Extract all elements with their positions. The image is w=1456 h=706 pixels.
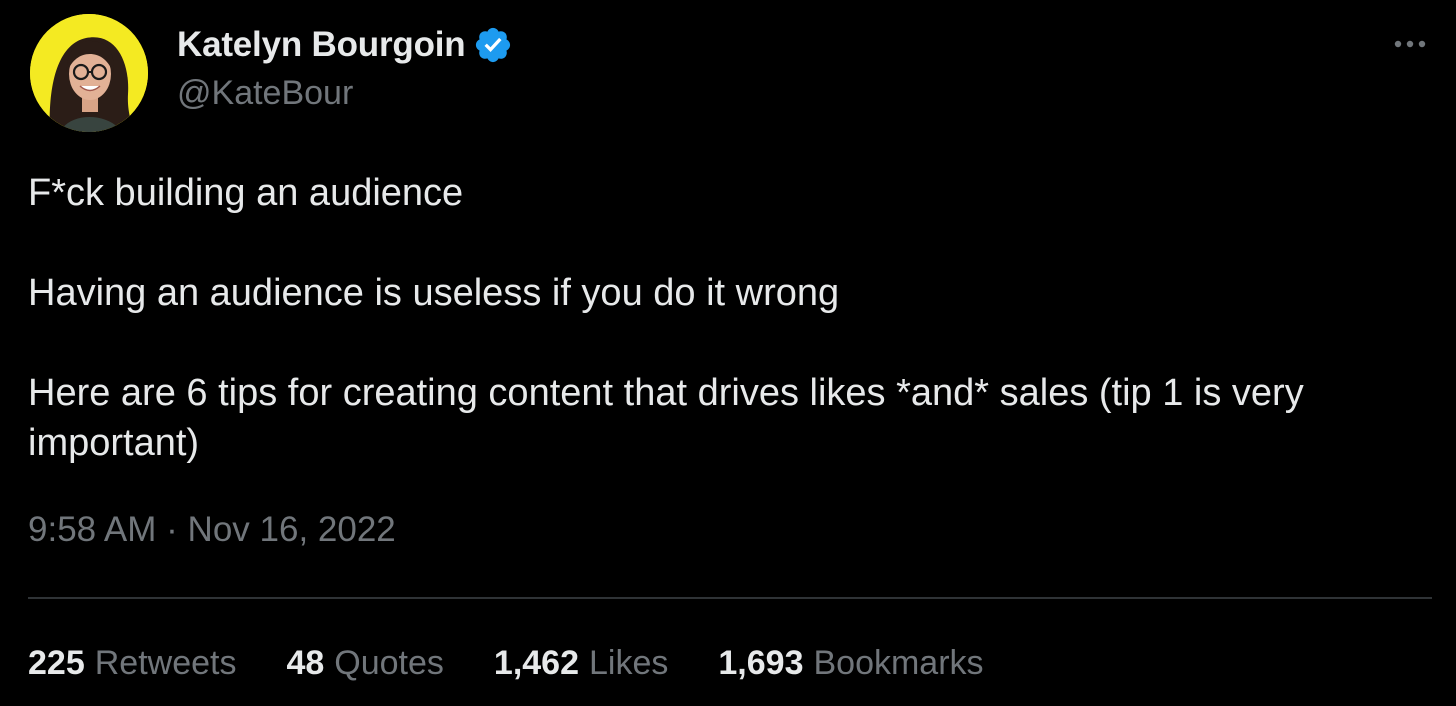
tweet-time[interactable]: 9:58 AM [28, 510, 156, 549]
tweet-timestamp: 9:58 AM · Nov 16, 2022 [28, 510, 396, 550]
retweets-label: Retweets [94, 644, 237, 682]
avatar-image [30, 14, 148, 132]
avatar[interactable] [30, 14, 148, 132]
retweets-stat[interactable]: 225 Retweets [28, 644, 236, 683]
timestamp-separator: · [166, 510, 178, 549]
quotes-label: Quotes [334, 644, 444, 682]
tweet-date[interactable]: Nov 16, 2022 [188, 510, 396, 549]
tweet-text: F*ck building an audience Having an audi… [28, 168, 1428, 468]
engagement-stats: 225 Retweets 48 Quotes 1,462 Likes 1,693… [28, 644, 1034, 683]
likes-count: 1,462 [493, 644, 580, 682]
more-horizontal-icon [1394, 40, 1426, 48]
author-name-row: Katelyn Bourgoin [177, 22, 513, 68]
bookmarks-label: Bookmarks [813, 644, 984, 682]
quotes-count: 48 [286, 644, 325, 682]
tweet-paragraph: Here are 6 tips for creating content tha… [28, 372, 1304, 464]
tweet-paragraph: F*ck building an audience [28, 172, 464, 214]
more-options-button[interactable] [1390, 26, 1430, 62]
author-display-name[interactable]: Katelyn Bourgoin [177, 25, 466, 65]
tweet-card: Katelyn Bourgoin @KateBour F*ck building… [0, 0, 1456, 706]
verified-badge-icon[interactable] [473, 25, 513, 65]
divider [28, 597, 1432, 599]
bookmarks-stat[interactable]: 1,693 Bookmarks [718, 644, 983, 683]
likes-stat[interactable]: 1,462 Likes [494, 644, 668, 683]
retweets-count: 225 [28, 644, 85, 682]
quotes-stat[interactable]: 48 Quotes [286, 644, 443, 683]
author-handle[interactable]: @KateBour [177, 74, 353, 113]
bookmarks-count: 1,693 [718, 644, 804, 682]
tweet-paragraph: Having an audience is useless if you do … [28, 272, 840, 314]
likes-label: Likes [589, 644, 669, 682]
